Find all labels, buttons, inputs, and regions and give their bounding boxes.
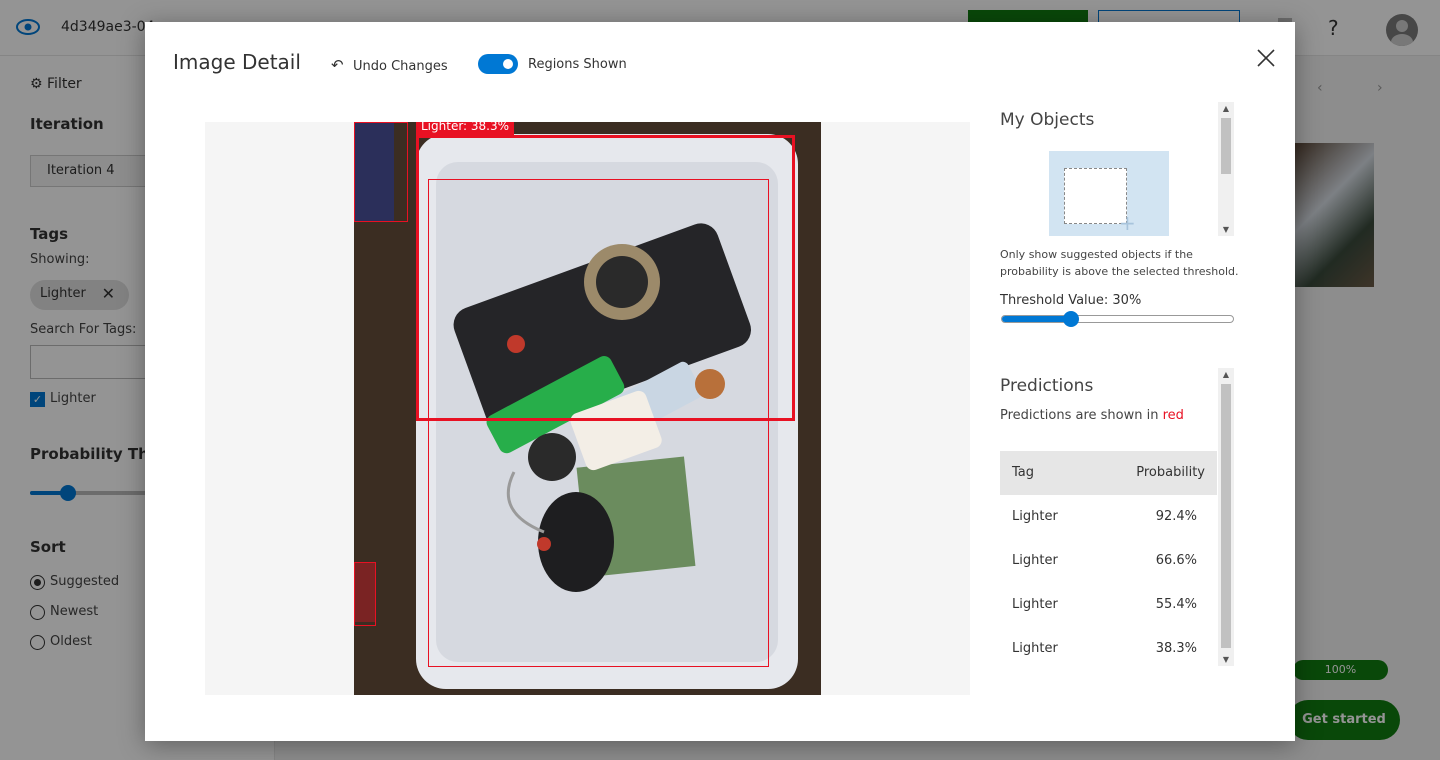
- row-tag: Lighter: [1012, 597, 1058, 612]
- photo: Lighter: 38.3%: [354, 122, 821, 695]
- object-placeholder: [1064, 168, 1127, 224]
- objects-scrollbar[interactable]: ▲ ▼: [1218, 102, 1234, 236]
- regions-shown-toggle[interactable]: [478, 54, 518, 74]
- predictions-scrollbar[interactable]: ▲ ▼: [1218, 368, 1234, 666]
- threshold-label: Threshold Value: 30%: [1000, 293, 1142, 308]
- row-tag: Lighter: [1012, 553, 1058, 568]
- table-row[interactable]: Lighter 66.6%: [1000, 539, 1217, 583]
- threshold-slider-fill: [1002, 316, 1071, 322]
- region-box[interactable]: [354, 562, 376, 626]
- scroll-thumb[interactable]: [1221, 384, 1231, 648]
- row-probability: 92.4%: [1155, 509, 1197, 524]
- image-detail-dialog: Image Detail ↶ Undo Changes Regions Shown: [145, 22, 1295, 741]
- close-icon[interactable]: [1254, 46, 1278, 70]
- row-probability: 66.6%: [1155, 553, 1197, 568]
- threshold-slider-knob[interactable]: [1063, 311, 1079, 327]
- threshold-note: Only show suggested objects if the proba…: [1000, 248, 1239, 278]
- image-canvas[interactable]: Lighter: 38.3%: [205, 122, 970, 695]
- row-probability: 38.3%: [1155, 641, 1197, 656]
- row-tag: Lighter: [1012, 641, 1058, 656]
- dialog-title: Image Detail: [173, 50, 301, 74]
- undo-changes-button[interactable]: ↶ Undo Changes: [331, 56, 448, 74]
- predictions-color-word: red: [1162, 408, 1184, 423]
- threshold-slider[interactable]: [1001, 311, 1234, 327]
- region-label: Lighter: 38.3%: [416, 122, 515, 136]
- table-row[interactable]: Lighter 55.4%: [1000, 583, 1217, 627]
- scroll-down-icon[interactable]: ▼: [1218, 225, 1234, 234]
- scroll-up-icon[interactable]: ▲: [1218, 370, 1234, 379]
- add-object-tile[interactable]: +: [1049, 151, 1169, 236]
- scroll-down-icon[interactable]: ▼: [1218, 655, 1234, 664]
- table-row[interactable]: Lighter 92.4%: [1000, 495, 1217, 539]
- undo-icon: ↶: [331, 56, 344, 74]
- row-tag: Lighter: [1012, 509, 1058, 524]
- plus-icon: +: [1119, 211, 1136, 235]
- undo-label: Undo Changes: [353, 59, 448, 74]
- col-tag: Tag: [1012, 465, 1035, 480]
- col-probability: Probability: [1136, 465, 1205, 480]
- my-objects-title: My Objects: [1000, 110, 1095, 130]
- predictions-table-header: Tag Probability: [1000, 451, 1217, 495]
- selected-region-box[interactable]: Lighter: 38.3%: [416, 122, 795, 421]
- row-probability: 55.4%: [1155, 597, 1197, 612]
- scroll-up-icon[interactable]: ▲: [1218, 104, 1234, 113]
- regions-shown-label: Regions Shown: [528, 57, 627, 72]
- scroll-thumb[interactable]: [1221, 118, 1231, 174]
- predictions-subtitle: Predictions are shown in red: [1000, 408, 1184, 423]
- region-box[interactable]: [354, 122, 408, 222]
- table-row[interactable]: Lighter 38.3%: [1000, 627, 1217, 671]
- predictions-title: Predictions: [1000, 376, 1094, 396]
- predictions-subtitle-text: Predictions are shown in: [1000, 408, 1159, 423]
